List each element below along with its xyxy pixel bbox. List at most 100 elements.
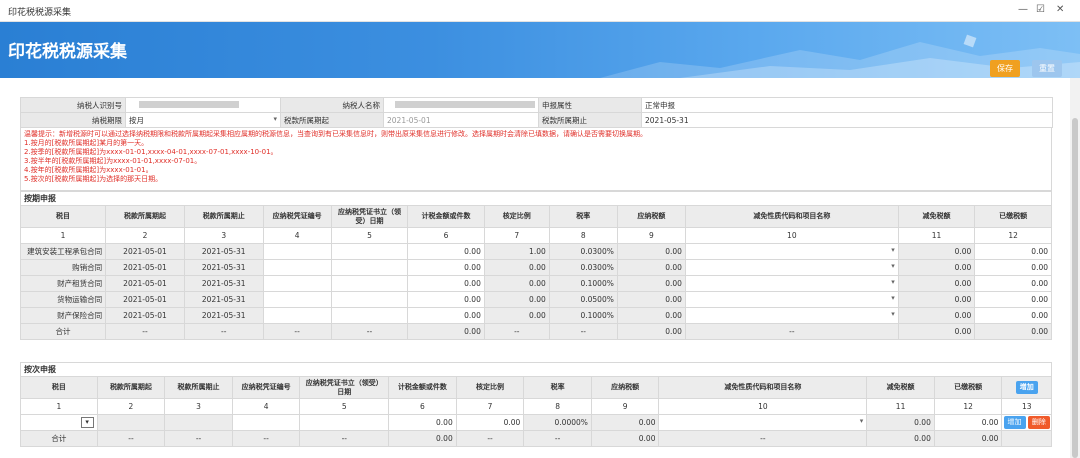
- ratio-input[interactable]: 0.00: [455, 414, 525, 431]
- ratio-cell: 0.00: [483, 307, 550, 324]
- voucher-date-input[interactable]: [330, 275, 409, 292]
- col-number: 3: [183, 227, 264, 244]
- ratio-cell: 0.00: [483, 291, 550, 308]
- maximize-icon[interactable]: ☑: [1036, 4, 1045, 15]
- taxpayer-name-label: 纳税人名称: [280, 97, 384, 113]
- scrollbar-thumb[interactable]: [1072, 118, 1078, 458]
- voucher-date-input[interactable]: [330, 291, 409, 308]
- amount-input[interactable]: 0.00: [407, 307, 485, 324]
- period-select[interactable]: 按月 ▾: [125, 112, 281, 128]
- total-cell: 0.00: [974, 323, 1052, 340]
- amount-input[interactable]: 0.00: [407, 291, 485, 308]
- tax-item-cell: 财产保险合同: [19, 307, 107, 324]
- col-header: 核定比例: [455, 376, 525, 399]
- voucher-number-input[interactable]: [262, 243, 332, 260]
- add-button[interactable]: 增加: [1015, 381, 1038, 394]
- chevron-down-icon: ▾: [891, 310, 895, 318]
- periodic-table: 税目 税款所属期起 税款所属期止 应纳税凭证编号 应纳税凭证书立（领受）日期 计…: [19, 205, 1052, 340]
- col-number: 1: [19, 227, 107, 244]
- row-add-button[interactable]: 增加: [1003, 416, 1026, 429]
- total-cell: --: [183, 323, 264, 340]
- tax-item-select[interactable]: ▾: [20, 414, 98, 431]
- amount-input[interactable]: 0.00: [388, 414, 457, 431]
- col-header: 减免性质代码和项目名称: [658, 376, 868, 399]
- start-cell: 2021-05-01: [105, 307, 185, 324]
- tax-item-cell: 货物运输合同: [19, 291, 107, 308]
- voucher-date-input[interactable]: [330, 307, 409, 324]
- col-header: 减免税额: [897, 205, 976, 228]
- total-cell: --: [548, 323, 618, 340]
- amount-input[interactable]: 0.00: [407, 259, 485, 276]
- chevron-down-icon: ▾: [859, 417, 864, 425]
- col-header: 核定比例: [483, 205, 550, 228]
- total-cell: 0.00: [590, 430, 660, 447]
- exemption-select[interactable]: ▾: [684, 291, 899, 308]
- exemption-amount-cell: 0.00: [897, 291, 976, 308]
- voucher-number-input[interactable]: [262, 291, 332, 308]
- tax-payable-cell: 0.00: [616, 307, 686, 324]
- start-input[interactable]: 2021-05-01: [383, 112, 539, 128]
- page-banner: 印花税税源采集 保存 重置: [0, 22, 1080, 78]
- col-header: 减免性质代码和项目名称: [684, 205, 899, 228]
- rate-cell: 0.0300%: [548, 243, 618, 260]
- close-icon[interactable]: ✕: [1056, 4, 1064, 15]
- total-cell: 0.00: [866, 430, 935, 447]
- exemption-select[interactable]: ▾: [684, 275, 899, 292]
- save-button[interactable]: 保存: [990, 60, 1020, 77]
- voucher-number-input[interactable]: [262, 307, 332, 324]
- start-label: 税款所属期起: [280, 112, 384, 128]
- voucher-number-input[interactable]: [231, 414, 301, 431]
- end-cell: 2021-05-31: [183, 259, 264, 276]
- voucher-date-input[interactable]: [330, 243, 409, 260]
- voucher-number-input[interactable]: [262, 259, 332, 276]
- col-number: 2: [96, 398, 166, 415]
- exemption-select[interactable]: ▾: [684, 307, 899, 324]
- rate-cell: 0.0500%: [548, 291, 618, 308]
- col-header: 应纳税额: [616, 205, 686, 228]
- chevron-down-icon: ▾: [273, 115, 277, 123]
- col-header: 税款所属期起: [105, 205, 185, 228]
- col-number: 1: [20, 398, 98, 415]
- col-header: 税率: [523, 376, 592, 399]
- col-header: 税率: [548, 205, 618, 228]
- end-cell: 2021-05-31: [183, 243, 264, 260]
- voucher-date-input[interactable]: [330, 259, 409, 276]
- total-cell: --: [299, 430, 390, 447]
- scrollbar[interactable]: [1070, 78, 1080, 458]
- exemption-select[interactable]: ▾: [684, 243, 899, 260]
- ratio-cell: 0.00: [483, 259, 550, 276]
- col-header: 税款所属期止: [183, 205, 264, 228]
- exemption-amount-cell: 0.00: [897, 307, 976, 324]
- paid-amount-input[interactable]: 0.00: [933, 414, 1003, 431]
- exemption-amount-cell: 0.00: [897, 243, 976, 260]
- paid-amount-input[interactable]: 0.00: [974, 307, 1052, 324]
- total-cell: --: [523, 430, 592, 447]
- paid-amount-input[interactable]: 0.00: [974, 259, 1052, 276]
- declare-attr-label: 申报属性: [538, 97, 642, 113]
- voucher-date-input[interactable]: [299, 414, 390, 431]
- chevron-down-icon: ▾: [891, 294, 895, 302]
- minimize-icon[interactable]: —: [1018, 4, 1028, 15]
- end-label: 税款所属期止: [538, 112, 642, 128]
- paid-amount-input[interactable]: 0.00: [974, 291, 1052, 308]
- exemption-select[interactable]: ▾: [684, 259, 899, 276]
- amount-input[interactable]: 0.00: [407, 275, 485, 292]
- amount-input[interactable]: 0.00: [407, 243, 485, 260]
- notice-box: 温馨提示：新增税源时可以通过选择纳税期限和税款所属期起采集相应属期的税源信息，当…: [20, 128, 1052, 191]
- total-cell: --: [96, 430, 166, 447]
- total-cell: 0.00: [933, 430, 1003, 447]
- voucher-number-input[interactable]: [262, 275, 332, 292]
- col-header: 应纳税凭证书立（领受）日期: [299, 376, 390, 399]
- total-cell: 0.00: [388, 430, 457, 447]
- chevron-down-icon: ▾: [891, 278, 895, 286]
- col-number: 12: [933, 398, 1003, 415]
- paid-amount-input[interactable]: 0.00: [974, 275, 1052, 292]
- table-row: 购销合同 2021-05-01 2021-05-31 0.00 0.00 0.0300% 0…: [19, 259, 1052, 276]
- per-time-table: 税目 税款所属期起 税款所属期止 应纳税凭证编号 应纳税凭证书立（领受）日期 计…: [20, 376, 1052, 447]
- row-delete-button[interactable]: 删除: [1027, 416, 1050, 429]
- paid-amount-input[interactable]: 0.00: [974, 243, 1052, 260]
- reset-button[interactable]: 重置: [1032, 60, 1062, 77]
- exemption-select[interactable]: ▾: [658, 414, 868, 431]
- taxpayer-id-value: [125, 97, 281, 113]
- window-title: 印花税税源采集: [8, 8, 72, 18]
